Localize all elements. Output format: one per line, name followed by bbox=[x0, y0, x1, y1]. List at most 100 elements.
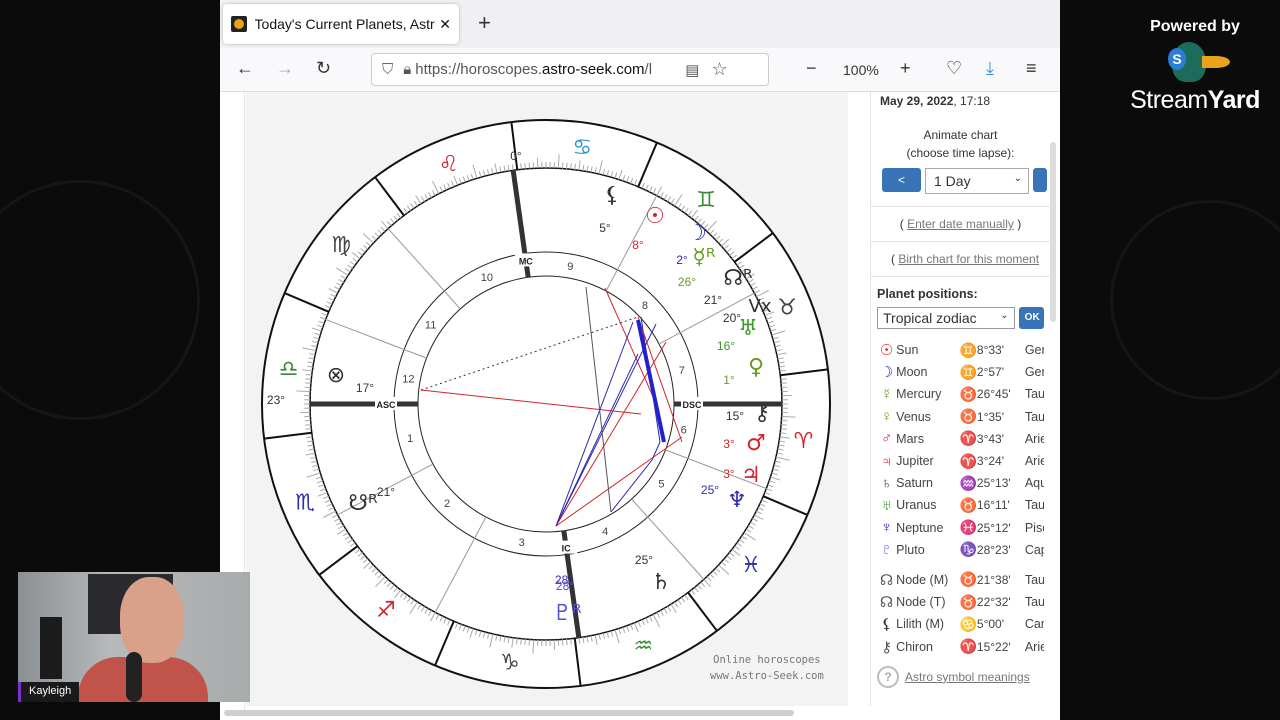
planet-degree-label: 28° bbox=[556, 579, 574, 593]
reader-view-icon[interactable]: ▤ bbox=[685, 61, 699, 79]
planet-glyph-icon: ♇ᴿ bbox=[552, 601, 582, 626]
planet-degree: 25°12' bbox=[976, 520, 1011, 535]
planet-row: ☊ Node (T) ♉ 22°32' Taurus bbox=[877, 591, 1044, 613]
powered-by-label: Powered by bbox=[1150, 18, 1240, 35]
zodiac-sign-icon: ♐ bbox=[376, 598, 396, 623]
shield-icon[interactable]: ⛉ bbox=[382, 61, 393, 78]
planet-name: Jupiter bbox=[896, 454, 934, 469]
planet-glyph-icon: ♃ bbox=[880, 452, 893, 470]
planet-glyph-icon: ⚸ bbox=[881, 616, 893, 634]
planet-row: ♄ Saturn ♒ 25°13' Aquarius bbox=[877, 472, 1044, 494]
planet-name: Saturn bbox=[896, 476, 934, 491]
back-button[interactable]: ← bbox=[236, 58, 254, 79]
degree-tick bbox=[524, 639, 526, 646]
planet-glyph-icon: ☊ bbox=[879, 571, 894, 589]
sign-glyph-icon: ♋ bbox=[959, 615, 977, 632]
planet-glyph-icon: ♄ bbox=[880, 474, 893, 492]
planet-degree-label: 5° bbox=[599, 221, 611, 235]
planet-degree-label: 15° bbox=[726, 409, 744, 423]
planet-glyph-icon: ⚷ bbox=[881, 638, 893, 656]
planet-row: ☉ Sun ♊ 8°33' Gemini bbox=[877, 339, 1044, 361]
sign-name: Cancer bbox=[1024, 617, 1044, 632]
planet-glyph-icon: ☿ᴿ bbox=[692, 245, 716, 270]
sign-glyph-icon: ♉ bbox=[959, 408, 977, 425]
sign-name: Taurus bbox=[1024, 595, 1044, 610]
planet-degree: 15°22' bbox=[976, 639, 1011, 654]
planet-degree: 1°35' bbox=[976, 409, 1005, 424]
help-icon[interactable]: ? bbox=[877, 665, 899, 688]
planet-positions-section: Planet positions: Tropical zodiac ⌄ OK ☉ … bbox=[871, 277, 1050, 688]
zodiac-ok-button[interactable]: OK bbox=[1018, 307, 1044, 329]
streamyard-wordmark: StreamYard bbox=[1130, 86, 1260, 114]
url-bar[interactable]: ⛉ 🔒︎ https://horoscopes.astro-seek.com/l… bbox=[371, 53, 769, 86]
watermark: Online horoscopes www.Astro-Seek.com bbox=[710, 652, 824, 684]
page-content: ♈ ♉ ♊ ♋ ♌ ♍ ♎ ♏ ♐ ♑ ♒ ♓ 1 2 3 4 5 6 7 8 9 10 11 12 ASC DSC MC IC 23°… bbox=[220, 92, 1060, 720]
sign-name: Capricorn bbox=[1024, 542, 1044, 557]
animate-next-button[interactable] bbox=[1033, 168, 1047, 192]
planet-name: Node (M) bbox=[896, 572, 949, 587]
lock-icon: 🔒︎ bbox=[403, 61, 412, 78]
new-tab-button[interactable]: + bbox=[478, 10, 491, 36]
house-number: 6 bbox=[681, 425, 687, 437]
time-lapse-select[interactable]: 1 Day ⌄ bbox=[925, 168, 1029, 194]
ic-label: IC bbox=[562, 544, 572, 554]
birth-chart-link[interactable]: Birth chart for this moment bbox=[898, 252, 1039, 266]
microphone bbox=[126, 652, 142, 702]
planet-row: ♂ Mars ♈ 3°43' Aries bbox=[877, 428, 1044, 450]
planet-degree: 25°13' bbox=[976, 476, 1011, 491]
house-number: 11 bbox=[425, 320, 436, 332]
house-number: 7 bbox=[679, 365, 685, 377]
pocket-icon[interactable]: ♡ bbox=[946, 58, 962, 79]
planet-degree-label: 8° bbox=[632, 238, 644, 252]
navigation-bar: ← → ↻ ⛉ 🔒︎ https://horoscopes.astro-seek… bbox=[220, 48, 1060, 92]
planet-degree-label: 21° bbox=[704, 293, 722, 307]
close-tab-icon[interactable]: ✕ bbox=[439, 16, 451, 33]
planet-degree-label: 2° bbox=[676, 253, 688, 267]
bookmark-star-icon[interactable]: ☆ bbox=[711, 59, 727, 80]
planet-degree: 3°43' bbox=[976, 431, 1005, 446]
house-number: 10 bbox=[481, 272, 493, 284]
chevron-down-icon: ⌄ bbox=[1013, 173, 1022, 184]
zodiac-sign-icon: ♒ bbox=[634, 634, 654, 659]
enter-date-link[interactable]: Enter date manually bbox=[907, 217, 1014, 231]
url-text: https://horoscopes.astro-seek.com/l bbox=[415, 61, 653, 78]
zodiac-select[interactable]: Tropical zodiac ⌄ bbox=[877, 307, 1015, 329]
house-number: 2 bbox=[444, 498, 450, 510]
planet-glyph-icon: ♆ bbox=[880, 519, 893, 537]
planet-degree: 28°23' bbox=[976, 542, 1011, 557]
degree-tick bbox=[524, 162, 526, 169]
sign-name: Taurus bbox=[1024, 387, 1044, 402]
planet-name: Lilith (M) bbox=[896, 617, 945, 632]
animate-prev-button[interactable]: < bbox=[882, 168, 921, 192]
streamyard-duck-logo-icon: S bbox=[1120, 36, 1270, 86]
menu-icon[interactable]: ≡ bbox=[1026, 58, 1037, 79]
tab-current-planets[interactable]: Today's Current Planets, Astro-Seek ✕ bbox=[223, 4, 459, 44]
planet-degree-label: 3° bbox=[723, 467, 735, 481]
planet-glyph-icon: ⚷ bbox=[754, 401, 770, 426]
zoom-in-button[interactable]: + bbox=[900, 58, 911, 79]
forward-button[interactable]: → bbox=[276, 58, 294, 79]
planet-glyph-icon: ♂ bbox=[880, 430, 893, 448]
horizontal-scrollbar[interactable] bbox=[224, 710, 794, 716]
zoom-level[interactable]: 100% bbox=[843, 62, 879, 78]
degree-tick bbox=[570, 163, 572, 170]
background-decoration bbox=[1110, 200, 1280, 400]
planet-glyph-icon: ♀ bbox=[880, 408, 893, 426]
points-list: ☊ Node (M) ♉ 21°38' Taurus☊ Node (T) ♉ 2… bbox=[877, 569, 1044, 658]
planet-degree: 26°45' bbox=[976, 387, 1011, 402]
planet-row: ♇ Pluto ♑ 28°23' Capricorn bbox=[877, 539, 1044, 561]
natal-chart-wheel[interactable]: ♈♉♊♋♌♍♎♏♐♑♒♓123456789101112ASC DSCMCIC23°… bbox=[246, 92, 848, 706]
sign-glyph-icon: ♊ bbox=[959, 341, 977, 358]
reload-button[interactable]: ↻ bbox=[316, 58, 331, 79]
chevron-down-icon: ⌄ bbox=[1000, 310, 1009, 321]
sign-name: Aries bbox=[1024, 431, 1044, 446]
downloads-icon[interactable]: ⤓ bbox=[986, 58, 994, 79]
vertical-scrollbar[interactable] bbox=[1050, 142, 1056, 322]
symbol-meanings-link[interactable]: Astro symbol meanings bbox=[905, 670, 1030, 684]
zodiac-sign-icon: ♈ bbox=[794, 429, 814, 454]
person-shirt bbox=[78, 657, 208, 702]
sign-glyph-icon: ♈ bbox=[959, 452, 977, 469]
sign-glyph-icon: ♒ bbox=[959, 474, 977, 491]
zoom-out-button[interactable]: − bbox=[806, 58, 817, 79]
sign-glyph-icon: ♉ bbox=[959, 593, 977, 610]
